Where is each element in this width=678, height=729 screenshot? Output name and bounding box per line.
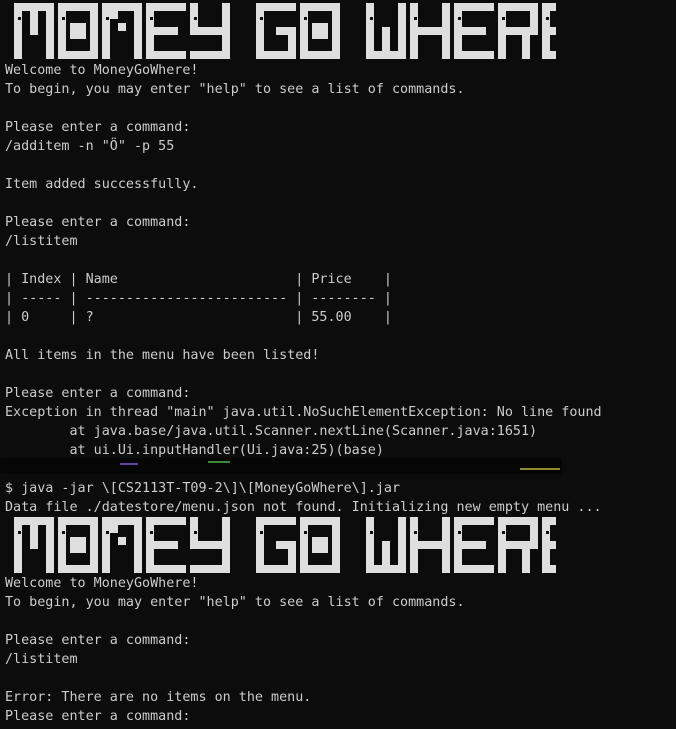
welcome-line: Welcome to MoneyGoWhere! [5, 63, 199, 78]
welcome-line: Welcome to MoneyGoWhere! [5, 576, 199, 591]
prompt-line: Please enter a command: [5, 386, 191, 401]
table-row: | 0 | ? | 55.00 | [5, 310, 392, 325]
banner-art [14, 3, 556, 59]
redacted-speck [520, 468, 560, 470]
banner-letter [102, 517, 142, 573]
banner-letter [366, 517, 406, 573]
banner-letter [454, 517, 494, 573]
redacted-speck [120, 463, 138, 465]
listed-line: All items in the menu have been listed! [5, 348, 320, 363]
datafile-message-line: Data file ./datestore/menu.json not foun… [5, 500, 602, 515]
banner-letter [190, 3, 230, 59]
help-hint-line: To begin, you may enter "help" to see a … [5, 82, 465, 97]
help-hint-line: To begin, you may enter "help" to see a … [5, 595, 465, 610]
banner-letter [498, 517, 538, 573]
shell-command-line: $ java -jar \[CS2113T-T09-2\]\[MoneyGoWh… [5, 481, 401, 496]
banner-letter [454, 3, 494, 59]
redacted-bar [0, 458, 562, 474]
banner-letter [498, 3, 538, 59]
terminal-window[interactable]: Welcome to MoneyGoWhere! To begin, you m… [0, 0, 676, 729]
redacted-speck [208, 461, 230, 463]
table-separator: | ----- | ------------------------- | --… [5, 291, 392, 306]
banner-letter [542, 517, 556, 573]
result-line: Item added successfully. [5, 177, 199, 192]
banner-art [14, 517, 556, 573]
banner-letter [256, 3, 296, 59]
command-input-line: /listitem [5, 652, 78, 667]
banner-letter [58, 3, 98, 59]
ascii-banner-top [14, 3, 556, 59]
ascii-banner-bottom [14, 517, 556, 573]
banner-letter [190, 517, 230, 573]
banner-letter [14, 517, 54, 573]
prompt-line: Please enter a command: [5, 215, 191, 230]
banner-letter [410, 3, 450, 59]
banner-letter [542, 3, 556, 59]
error-line: Error: There are no items on the menu. [5, 690, 312, 705]
prompt-line: Please enter a command: [5, 633, 191, 648]
table-header: | Index | Name | Price | [5, 272, 392, 287]
prompt-line: Please enter a command: [5, 709, 191, 724]
banner-letter [146, 3, 186, 59]
exception-line: Exception in thread "main" java.util.NoS… [5, 405, 602, 420]
banner-letter [102, 3, 142, 59]
command-input-line: /listitem [5, 234, 78, 249]
banner-letter [146, 517, 186, 573]
banner-letter [14, 3, 54, 59]
banner-letter [256, 517, 296, 573]
banner-letter [366, 3, 406, 59]
prompt-line: Please enter a command: [5, 120, 191, 135]
banner-letter [300, 517, 340, 573]
banner-letter [300, 3, 340, 59]
banner-letter [58, 517, 98, 573]
command-input-line: /additem -n "Ö" -p 55 [5, 139, 175, 154]
stack-trace-line: at java.base/java.util.Scanner.nextLine(… [5, 424, 538, 439]
banner-letter [410, 517, 450, 573]
